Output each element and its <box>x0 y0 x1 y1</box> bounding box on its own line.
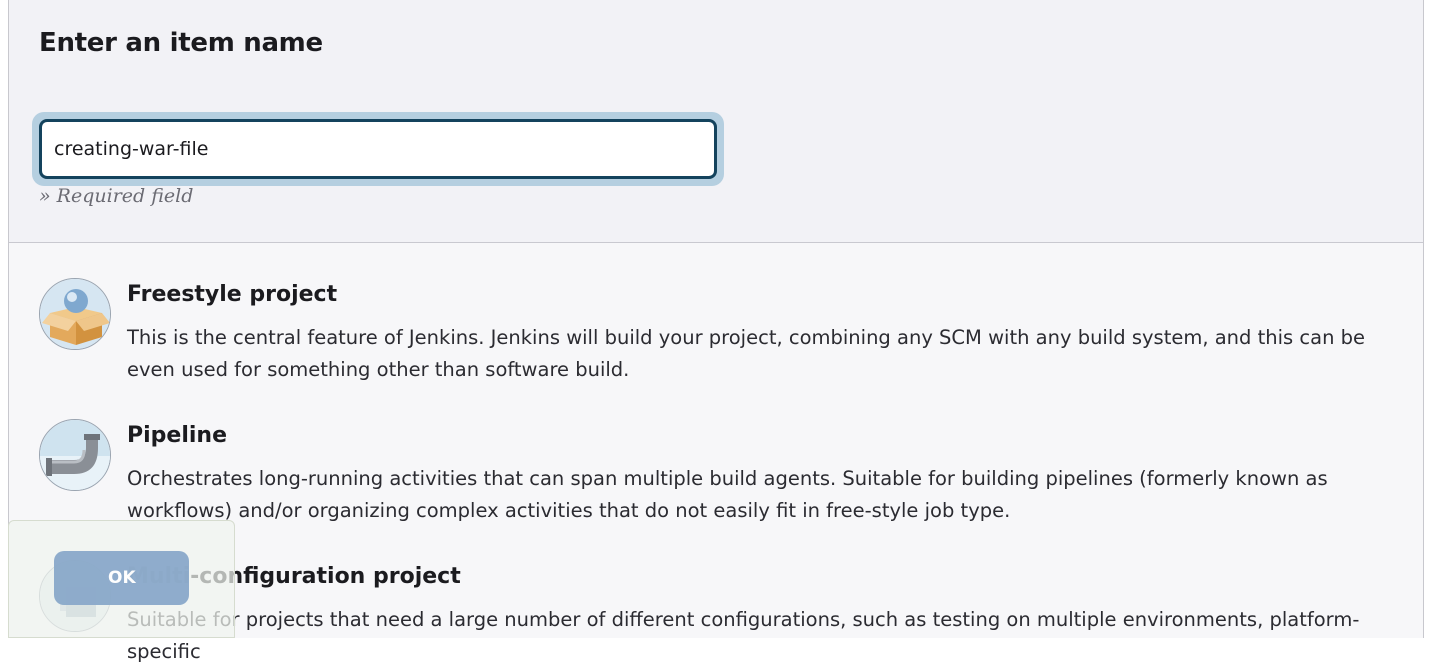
item-type-description: Suitable for projects that need a large … <box>127 608 1360 663</box>
item-type-name: Freestyle project <box>127 282 338 307</box>
ok-button[interactable]: OK <box>54 551 189 605</box>
required-field-note: » Required field <box>39 185 194 207</box>
item-name-input[interactable] <box>39 119 717 179</box>
pipeline-icon <box>39 419 111 491</box>
item-type-description: Orchestrates long-running activities tha… <box>127 467 1328 522</box>
item-type-name: Pipeline <box>127 423 227 448</box>
freestyle-project-icon <box>39 278 111 350</box>
page-title: Enter an item name <box>39 28 323 58</box>
item-type-description: This is the central feature of Jenkins. … <box>127 326 1366 381</box>
